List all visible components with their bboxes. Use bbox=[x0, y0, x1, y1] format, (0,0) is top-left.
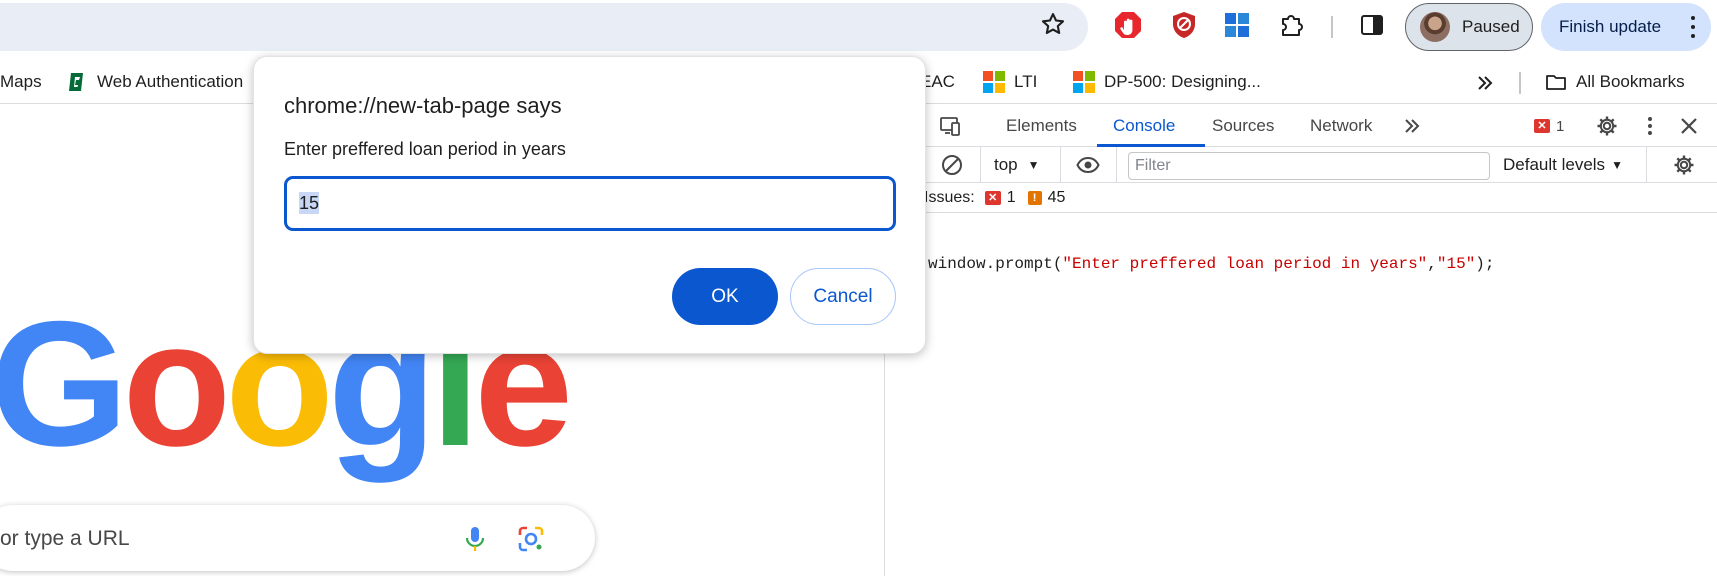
prompt-dialog: chrome://new-tab-page says Enter preffer… bbox=[253, 56, 926, 354]
error-count: 1 bbox=[1556, 117, 1565, 135]
bookmark-label: DP-500: Designing... bbox=[1104, 72, 1261, 91]
console-code: window.prompt( bbox=[928, 255, 1063, 273]
bookmark-maps[interactable]: Maps bbox=[0, 70, 42, 94]
address-bar[interactable] bbox=[0, 3, 1088, 51]
console-settings-gear-icon[interactable] bbox=[1672, 153, 1696, 177]
profile-status-label: Paused bbox=[1462, 17, 1520, 36]
more-menu-icon[interactable] bbox=[1691, 16, 1695, 38]
console-string: "15" bbox=[1436, 255, 1476, 273]
issues-bar[interactable]: Issues: ✕ 1 ! 45 bbox=[886, 183, 1717, 213]
prompt-input-value: 15 bbox=[299, 192, 320, 214]
browser-toolbar: Paused Finish update bbox=[0, 0, 1717, 56]
profile-paused-button[interactable]: Paused bbox=[1405, 3, 1533, 51]
cancel-button[interactable]: Cancel bbox=[790, 268, 896, 325]
settings-gear-icon[interactable] bbox=[1595, 114, 1619, 138]
voice-search-mic-icon[interactable] bbox=[463, 525, 487, 553]
browser-window: Paused Finish update Maps Web Authentica… bbox=[0, 0, 1717, 576]
context-label: top bbox=[994, 155, 1018, 174]
close-icon[interactable] bbox=[1677, 114, 1701, 138]
finish-update-label: Finish update bbox=[1559, 17, 1662, 36]
error-icon: ✕ bbox=[1534, 119, 1550, 133]
side-panel-icon[interactable] bbox=[1357, 10, 1387, 40]
filter-divider bbox=[1116, 147, 1117, 183]
devtools-panel: Elements Console Sources Network ✕ 1 top … bbox=[886, 105, 1717, 576]
bookmarks-divider bbox=[1519, 72, 1521, 94]
tab-console[interactable]: Console bbox=[1113, 105, 1175, 147]
log-levels-label: Default levels bbox=[1503, 155, 1606, 174]
more-bookmarks-chevron-icon[interactable] bbox=[1474, 72, 1496, 94]
logo-letter: G bbox=[0, 284, 128, 483]
console-string: "Enter preffered loan period in years" bbox=[1062, 255, 1428, 273]
google-search-box[interactable]: or type a URL bbox=[0, 505, 595, 571]
log-levels-dropdown[interactable]: Default levels ▼ bbox=[1503, 147, 1623, 183]
error-count-badge[interactable]: ✕ 1 bbox=[1534, 115, 1564, 137]
adblock-extension-icon[interactable] bbox=[1113, 10, 1143, 40]
console-filter-bar: top ▼ Filter Default levels ▼ bbox=[886, 147, 1717, 183]
all-bookmarks-button[interactable]: All Bookmarks bbox=[1545, 70, 1685, 94]
devtools-menu-icon[interactable] bbox=[1638, 114, 1662, 138]
finish-update-button[interactable]: Finish update bbox=[1541, 3, 1711, 51]
google-lens-icon[interactable] bbox=[517, 525, 545, 553]
microsoft-logo-icon bbox=[1073, 71, 1095, 93]
issues-error-icon: ✕ bbox=[984, 191, 1001, 205]
extensions-puzzle-icon[interactable] bbox=[1277, 10, 1307, 40]
dropdown-arrow-icon: ▼ bbox=[1611, 158, 1623, 172]
dropdown-arrow-icon: ▼ bbox=[1027, 158, 1040, 172]
filter-divider bbox=[1646, 147, 1647, 183]
live-expression-eye-icon[interactable] bbox=[1076, 153, 1100, 177]
ok-button[interactable]: OK bbox=[672, 268, 778, 325]
bookmark-star-icon[interactable] bbox=[1039, 10, 1067, 38]
profile-avatar bbox=[1420, 12, 1450, 42]
issues-warning-icon: ! bbox=[1027, 191, 1042, 205]
issues-error-count: 1 bbox=[1006, 189, 1016, 206]
toolbar-divider bbox=[1331, 16, 1333, 38]
issues-label: Issues: bbox=[924, 189, 975, 206]
tab-elements[interactable]: Elements bbox=[1006, 105, 1077, 147]
filter-input[interactable]: Filter bbox=[1128, 152, 1490, 180]
bookmark-web-authentication[interactable]: Web Authentication bbox=[66, 70, 243, 94]
dialog-message: Enter preffered loan period in years bbox=[284, 139, 566, 159]
charlotte-crown-icon bbox=[69, 73, 83, 91]
microsoft-logo-icon bbox=[983, 71, 1005, 93]
bookmark-dp500[interactable]: DP-500: Designing... bbox=[1073, 70, 1261, 94]
issues-warning-count: 45 bbox=[1047, 189, 1066, 206]
windows-extension-icon[interactable] bbox=[1222, 10, 1252, 40]
bookmark-label: Web Authentication bbox=[97, 72, 244, 91]
folder-icon bbox=[1546, 75, 1566, 90]
devtools-tab-bar: Elements Console Sources Network ✕ 1 bbox=[886, 105, 1717, 147]
console-code: , bbox=[1427, 255, 1437, 273]
search-placeholder: or type a URL bbox=[0, 527, 130, 550]
clear-console-icon[interactable] bbox=[940, 153, 964, 177]
bookmark-lti[interactable]: LTI bbox=[983, 70, 1037, 94]
tab-sources[interactable]: Sources bbox=[1212, 105, 1274, 147]
bookmark-label: Maps bbox=[0, 72, 42, 91]
console-code: ); bbox=[1475, 255, 1495, 273]
context-selector[interactable]: top ▼ bbox=[994, 147, 1040, 183]
filter-divider bbox=[980, 147, 981, 183]
dialog-title: chrome://new-tab-page says bbox=[284, 93, 562, 118]
logo-letter: o bbox=[122, 284, 231, 483]
prompt-input[interactable]: 15 bbox=[284, 176, 896, 231]
console-input-line[interactable]: window.prompt("Enter preffered loan peri… bbox=[886, 213, 1717, 273]
bookmark-label: LTI bbox=[1014, 72, 1038, 91]
filter-divider bbox=[1060, 147, 1061, 183]
tab-network[interactable]: Network bbox=[1310, 105, 1372, 147]
all-bookmarks-label: All Bookmarks bbox=[1576, 72, 1685, 91]
device-toolbar-icon[interactable] bbox=[938, 114, 962, 138]
shield-extension-icon[interactable] bbox=[1169, 10, 1199, 40]
more-tabs-chevron-icon[interactable] bbox=[1400, 114, 1424, 138]
